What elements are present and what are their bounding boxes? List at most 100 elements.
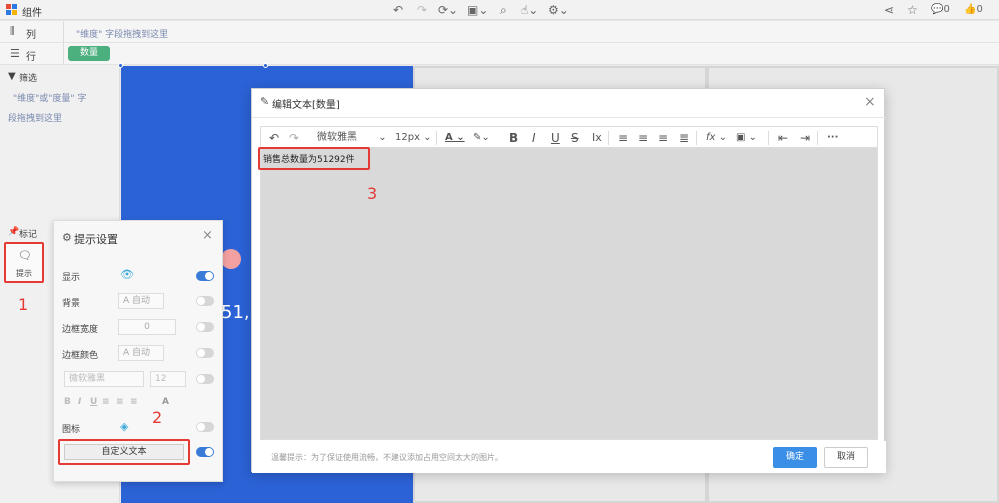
auto-label: 自动	[132, 348, 151, 358]
strikethrough-icon[interactable]: S	[571, 127, 579, 149]
columns-icon: ⫼	[10, 26, 15, 37]
hand-icon[interactable]: ☝⌄	[521, 0, 538, 20]
comment-button[interactable]: 💬0	[931, 0, 950, 20]
tip-mark-label: 提示	[16, 269, 32, 278]
pin-icon: 📌	[8, 227, 20, 237]
tip-row-border-color: 边框颜色 A 自动	[62, 345, 214, 361]
like-button[interactable]: 👍0	[964, 0, 983, 20]
measure-pill-quantity[interactable]: 数量	[68, 46, 110, 61]
undo-icon[interactable]: ↶	[393, 0, 403, 20]
divider	[436, 131, 437, 145]
border-width-toggle[interactable]	[196, 322, 214, 332]
font-toggle[interactable]	[196, 374, 214, 384]
tip-icon-label: 图标	[62, 425, 81, 435]
resize-handle[interactable]	[263, 63, 268, 68]
border-color-select[interactable]: A 自动	[118, 345, 164, 361]
border-width-input[interactable]: 0	[118, 319, 176, 335]
font-size-dropdown[interactable]: 12px ⌄	[395, 127, 432, 149]
align-center-icon[interactable]: ≡	[116, 397, 124, 407]
filter-hint-line1[interactable]: "维度"或"度量" 字	[13, 91, 86, 104]
divider	[252, 117, 886, 118]
resize-handle[interactable]	[118, 63, 123, 68]
annotation-number-1: 1	[18, 295, 29, 314]
tip-border-width-label: 边框宽度	[62, 325, 99, 335]
eye-icon[interactable]: 👁	[120, 268, 134, 281]
close-icon[interactable]: ×	[202, 228, 213, 243]
tip-settings-title: 提示设置	[74, 233, 118, 246]
gear-icon: ⚙	[62, 231, 72, 244]
editor-toolbar: ↶ ↷ 微软雅黑 ⌄ 12px ⌄ A ⌄ ✎⌄ B I U S Ix ≡ ≡ …	[260, 126, 878, 148]
columns-shelf: ⫼ 列 "维度" 字段拖拽到这里	[0, 21, 999, 43]
auto-label: 自动	[132, 296, 151, 306]
font-family-dropdown[interactable]: 微软雅黑 ⌄	[317, 127, 387, 149]
card-icon-circle	[221, 249, 241, 269]
font-family-select[interactable]: 微软雅黑	[64, 371, 144, 387]
refresh-icon[interactable]: ⟳⌄	[438, 0, 458, 20]
rows-shelf: ☰ 行 数量	[0, 43, 999, 65]
annotation-number-2: 2	[152, 408, 163, 427]
font-color-icon[interactable]: A ⌄	[445, 127, 465, 149]
share-icon[interactable]: ⋖	[884, 0, 894, 20]
rows-label: 行	[26, 52, 36, 63]
font-size-value: 12px	[395, 132, 420, 143]
underline-icon[interactable]: U	[90, 397, 97, 407]
italic-icon[interactable]: I	[532, 127, 536, 149]
outdent-icon[interactable]: ⇤	[778, 127, 788, 149]
annotation-number-3: 3	[367, 184, 378, 203]
tip-settings-panel: ⚙ 提示设置 × 显示 👁 背景 A 自动 边框宽度 0 边框颜色 A 自动 微…	[53, 220, 223, 482]
edit-icon: ✎	[260, 95, 270, 108]
save-icon[interactable]: ▣⌄	[467, 0, 488, 20]
cancel-button[interactable]: 取消	[824, 447, 868, 468]
show-toggle[interactable]	[196, 271, 214, 281]
settings-icon[interactable]: ⚙⌄	[548, 0, 569, 20]
undo-icon[interactable]: ↶	[269, 127, 279, 149]
border-color-toggle[interactable]	[196, 348, 214, 358]
tip-mark-button[interactable]: 🗨 提示	[4, 242, 44, 283]
align-right-icon[interactable]: ≡	[130, 397, 138, 407]
font-size-value: 12	[155, 374, 167, 384]
underline-icon[interactable]: U	[551, 127, 560, 149]
icon-picker-icon[interactable]: ◈	[120, 420, 128, 433]
dialog-title: 编辑文本[数量]	[272, 100, 340, 111]
divider	[63, 43, 64, 65]
italic-icon[interactable]: I	[78, 397, 81, 407]
highlight-icon[interactable]: ✎⌄	[473, 127, 490, 149]
tip-row-icon: 图标 ◈	[62, 419, 214, 435]
font-family-value: 微软雅黑	[69, 374, 106, 384]
editor-text[interactable]: 销售总数量为51292件	[263, 152, 355, 165]
align-center-icon[interactable]: ≡	[638, 127, 648, 149]
font-size-select[interactable]: 12	[150, 371, 186, 387]
redo-icon[interactable]: ↷	[417, 0, 427, 20]
more-icon[interactable]: ···	[827, 127, 838, 149]
divider	[696, 131, 697, 145]
ok-button[interactable]: 确定	[773, 447, 817, 468]
custom-text-highlight: 自定义文本	[58, 439, 190, 465]
align-left-icon[interactable]: ≡	[102, 397, 110, 407]
tip-row-style: B I U ≡ ≡ ≡ A	[62, 395, 214, 411]
font-color-icon[interactable]: A	[162, 397, 169, 407]
background-color-select[interactable]: A 自动	[118, 293, 164, 309]
background-toggle[interactable]	[196, 296, 214, 306]
bold-icon[interactable]: B	[509, 127, 518, 149]
formula-icon[interactable]: fx ⌄	[706, 127, 727, 149]
columns-drop-hint[interactable]: "维度" 字段拖拽到这里	[76, 27, 168, 40]
custom-text-button[interactable]: 自定义文本	[64, 444, 184, 460]
editor-area[interactable]: 销售总数量为51292件 3	[258, 147, 878, 440]
star-icon[interactable]: ☆	[907, 0, 918, 20]
custom-text-toggle[interactable]	[196, 447, 214, 457]
clear-format-icon[interactable]: Ix	[592, 127, 602, 149]
indent-icon[interactable]: ⇥	[800, 127, 810, 149]
align-left-icon[interactable]: ≡	[618, 127, 628, 149]
redo-icon[interactable]: ↷	[289, 127, 299, 149]
divider	[608, 131, 609, 145]
bold-icon[interactable]: B	[64, 397, 71, 407]
tip-border-color-label: 边框颜色	[62, 351, 99, 361]
filter-hint-line2[interactable]: 段拖拽到这里	[8, 111, 62, 124]
align-justify-icon[interactable]: ≣	[679, 127, 689, 149]
icon-toggle[interactable]	[196, 422, 214, 432]
insert-field-icon[interactable]: ▣ ⌄	[736, 127, 757, 149]
filter-title: 筛选	[19, 74, 38, 84]
align-right-icon[interactable]: ≡	[658, 127, 668, 149]
close-icon[interactable]: ×	[864, 94, 876, 110]
zoom-icon[interactable]: ⌕	[500, 0, 507, 20]
